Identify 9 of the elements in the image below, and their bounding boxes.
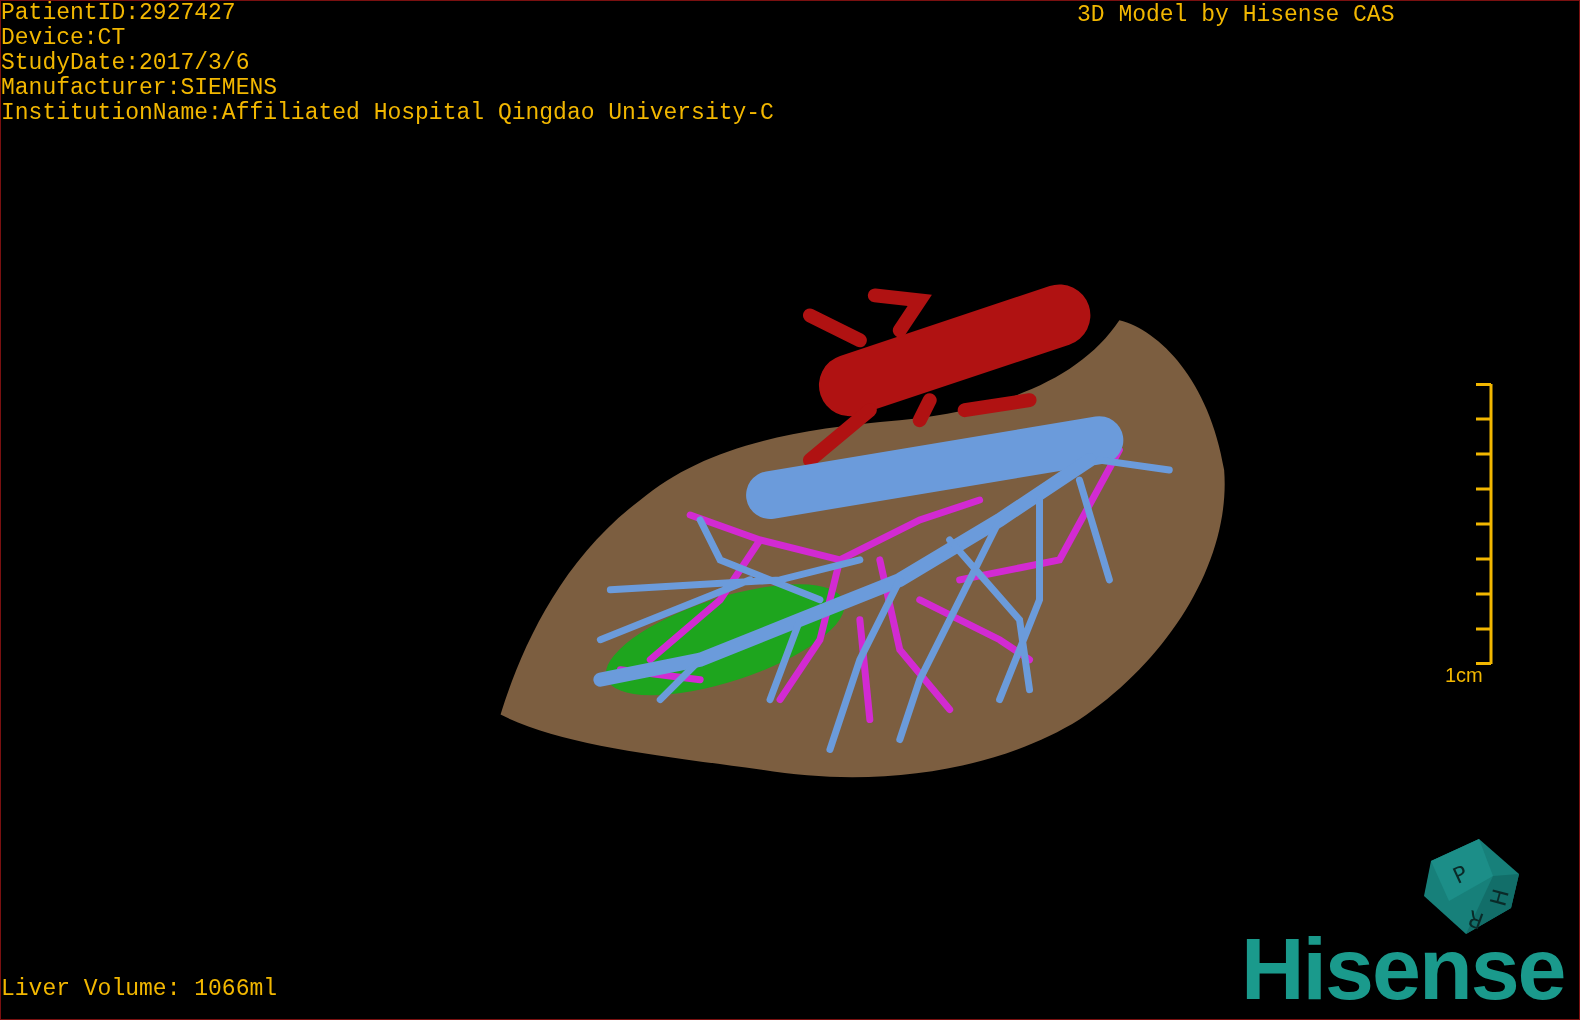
orientation-cube[interactable]: P H R (1421, 836, 1521, 936)
info-line: Device:CT (1, 26, 127, 51)
liver-volume: Liver Volume: 1066ml (1, 977, 278, 1002)
model-caption: 3D Model by Hisense CAS (1077, 3, 1395, 28)
scale-label: 1cm (1445, 664, 1483, 686)
info-line: PatientID:2927427 (1, 1, 237, 26)
info-line: StudyDate:2017/3/6 (1, 51, 251, 76)
info-line: Manufacturer:SIEMENS (1, 76, 279, 101)
info-line: InstitutionName:Affiliated Hospital Qingdao University-C (1, 101, 774, 126)
